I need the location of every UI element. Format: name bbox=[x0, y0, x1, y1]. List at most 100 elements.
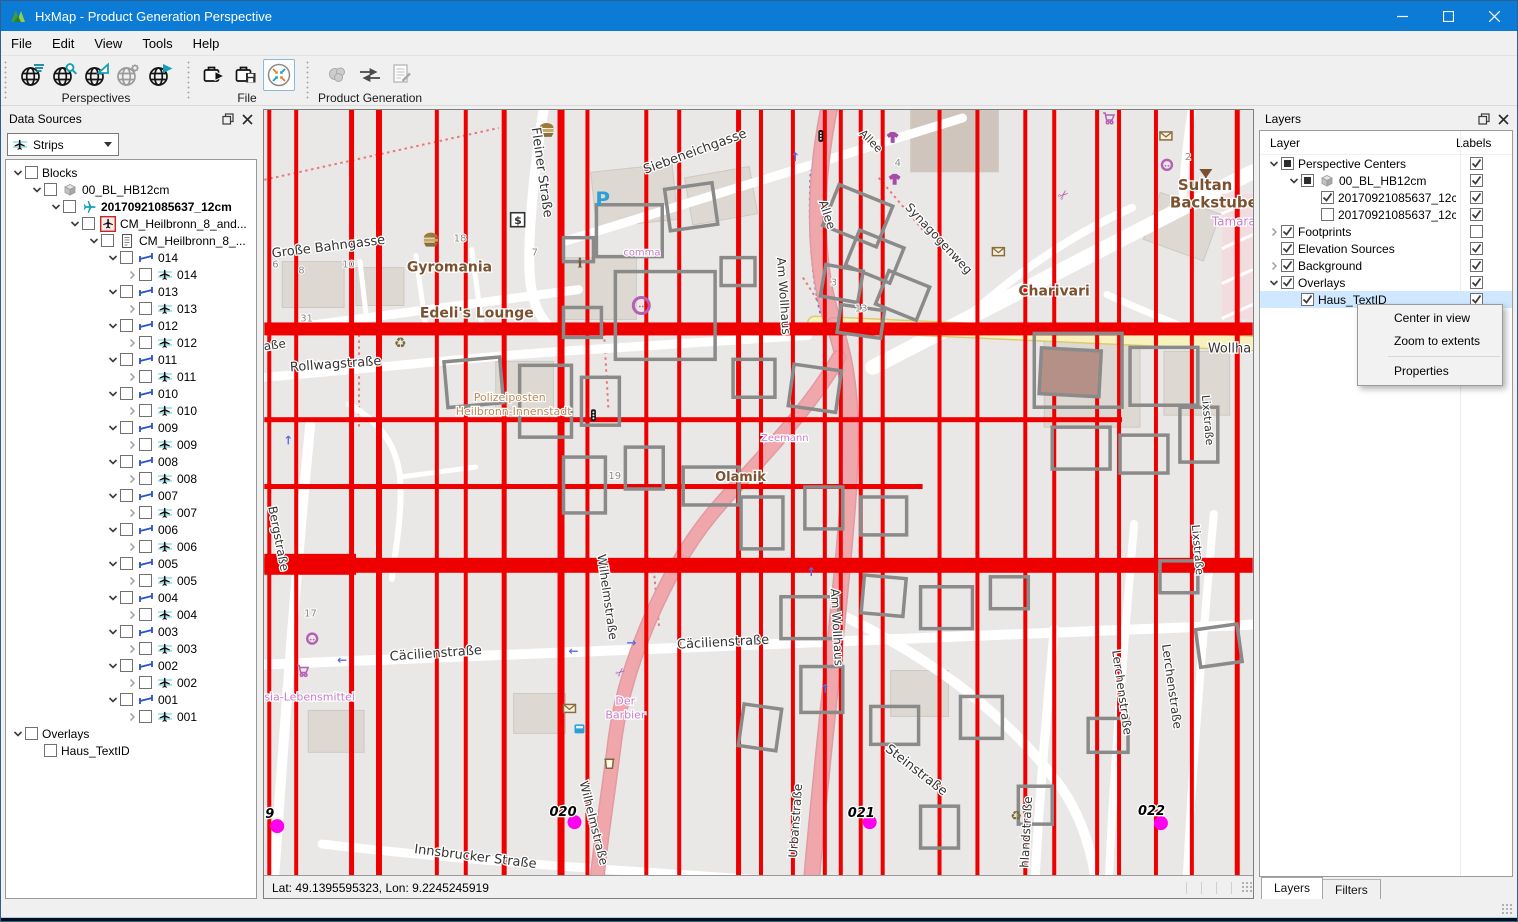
layer-checkbox[interactable] bbox=[1321, 191, 1334, 204]
window-resize-grip[interactable] bbox=[1501, 903, 1513, 915]
context-menu-item-properties[interactable]: Properties bbox=[1358, 360, 1502, 383]
item-checkbox[interactable] bbox=[63, 200, 76, 213]
expander-open-icon[interactable] bbox=[105, 253, 120, 263]
globe-measure-button[interactable] bbox=[80, 59, 112, 91]
expander-open-icon[interactable] bbox=[10, 729, 25, 739]
expander-open-icon[interactable] bbox=[105, 593, 120, 603]
expander-closed-icon[interactable] bbox=[1266, 261, 1281, 271]
layer-item-footprints[interactable]: Footprints bbox=[1260, 223, 1512, 240]
item-checkbox[interactable] bbox=[139, 540, 152, 553]
expander-open-icon[interactable] bbox=[29, 185, 44, 195]
context-menu-item-center-in-view[interactable]: Center in view bbox=[1358, 307, 1502, 330]
item-checkbox[interactable] bbox=[120, 523, 133, 536]
tree-item-009[interactable]: 009 bbox=[6, 436, 256, 453]
strips-selector[interactable]: Strips bbox=[7, 133, 119, 156]
expander-closed-icon[interactable] bbox=[124, 338, 139, 348]
expander-open-icon[interactable] bbox=[86, 236, 101, 246]
tree-item-overlays[interactable]: Overlays bbox=[6, 725, 256, 742]
expander-open-icon[interactable] bbox=[105, 525, 120, 535]
item-checkbox[interactable] bbox=[101, 234, 114, 247]
item-checkbox[interactable] bbox=[139, 574, 152, 587]
item-checkbox[interactable] bbox=[120, 625, 133, 638]
tree-item-014[interactable]: 014 bbox=[6, 249, 256, 266]
expander-closed-icon[interactable] bbox=[124, 678, 139, 688]
expander-closed-icon[interactable] bbox=[124, 644, 139, 654]
item-checkbox[interactable] bbox=[139, 472, 152, 485]
expander-closed-icon[interactable] bbox=[124, 542, 139, 552]
item-checkbox[interactable] bbox=[139, 710, 152, 723]
item-checkbox[interactable] bbox=[44, 744, 57, 757]
layer-checkbox[interactable] bbox=[1321, 208, 1334, 221]
expander-closed-icon[interactable] bbox=[124, 610, 139, 620]
menu-edit[interactable]: Edit bbox=[42, 32, 84, 55]
tree-item-012[interactable]: 012 bbox=[6, 334, 256, 351]
tree-item-004[interactable]: 004 bbox=[6, 606, 256, 623]
expander-open-icon[interactable] bbox=[105, 389, 120, 399]
globe-search-button[interactable] bbox=[48, 59, 80, 91]
item-checkbox[interactable] bbox=[120, 693, 133, 706]
item-checkbox[interactable] bbox=[139, 268, 152, 281]
item-checkbox[interactable] bbox=[82, 217, 95, 230]
labels-checkbox[interactable] bbox=[1470, 191, 1483, 204]
expander-closed-icon[interactable] bbox=[1266, 227, 1281, 237]
tree-item-011[interactable]: 011 bbox=[6, 368, 256, 385]
close-panel-icon[interactable] bbox=[1498, 114, 1509, 125]
close-button[interactable] bbox=[1471, 1, 1517, 31]
expander-open-icon[interactable] bbox=[1266, 159, 1281, 169]
item-checkbox[interactable] bbox=[139, 404, 152, 417]
item-checkbox[interactable] bbox=[120, 489, 133, 502]
expander-closed-icon[interactable] bbox=[124, 474, 139, 484]
tree-item-004[interactable]: 004 bbox=[6, 589, 256, 606]
tree-item-cm-heilbronn-8-[interactable]: CM_Heilbronn_8_... bbox=[6, 232, 256, 249]
item-checkbox[interactable] bbox=[120, 353, 133, 366]
project-save-button[interactable] bbox=[231, 59, 263, 91]
tree-item-008[interactable]: 008 bbox=[6, 470, 256, 487]
labels-checkbox[interactable] bbox=[1470, 208, 1483, 221]
tree-item-003[interactable]: 003 bbox=[6, 640, 256, 657]
item-checkbox[interactable] bbox=[120, 387, 133, 400]
tree-item-002[interactable]: 002 bbox=[6, 657, 256, 674]
tree-item-haus-textid[interactable]: Haus_TextID bbox=[6, 742, 256, 759]
layer-checkbox[interactable] bbox=[1301, 174, 1314, 187]
tab-filters[interactable]: Filters bbox=[1323, 879, 1381, 899]
layer-item-elevation-sources[interactable]: Elevation Sources bbox=[1260, 240, 1512, 257]
panel-resize-grip[interactable] bbox=[1242, 882, 1253, 893]
tab-layers[interactable]: Layers bbox=[1261, 877, 1323, 899]
expander-open-icon[interactable] bbox=[105, 695, 120, 705]
tree-item-008[interactable]: 008 bbox=[6, 453, 256, 470]
item-checkbox[interactable] bbox=[139, 608, 152, 621]
menu-help[interactable]: Help bbox=[183, 32, 230, 55]
item-checkbox[interactable] bbox=[120, 591, 133, 604]
expander-closed-icon[interactable] bbox=[124, 406, 139, 416]
layer-item-20170921085637-12cm[interactable]: 20170921085637_12cm bbox=[1260, 189, 1512, 206]
tree-item-010[interactable]: 010 bbox=[6, 385, 256, 402]
item-checkbox[interactable] bbox=[120, 659, 133, 672]
expander-closed-icon[interactable] bbox=[124, 712, 139, 722]
expander-open-icon[interactable] bbox=[105, 287, 120, 297]
expander-open-icon[interactable] bbox=[10, 168, 25, 178]
tree-item-blocks[interactable]: Blocks bbox=[6, 164, 256, 181]
tree-item-011[interactable]: 011 bbox=[6, 351, 256, 368]
expander-open-icon[interactable] bbox=[1286, 176, 1301, 186]
layer-checkbox[interactable] bbox=[1301, 293, 1314, 306]
tree-item-007[interactable]: 007 bbox=[6, 487, 256, 504]
layer-checkbox[interactable] bbox=[1281, 276, 1294, 289]
tree-item-014[interactable]: 014 bbox=[6, 266, 256, 283]
tree-item-012[interactable]: 012 bbox=[6, 317, 256, 334]
tree-item-00-bl-hb12cm[interactable]: 00_BL_HB12cm bbox=[6, 181, 256, 198]
sync-view-button[interactable] bbox=[263, 59, 295, 91]
item-checkbox[interactable] bbox=[120, 285, 133, 298]
tree-item-005[interactable]: 005 bbox=[6, 555, 256, 572]
layer-item-perspective-centers[interactable]: Perspective Centers bbox=[1260, 155, 1512, 172]
labels-checkbox[interactable] bbox=[1470, 276, 1483, 289]
close-panel-icon[interactable] bbox=[242, 114, 253, 125]
layer-checkbox[interactable] bbox=[1281, 242, 1294, 255]
expander-open-icon[interactable] bbox=[105, 559, 120, 569]
globe-overview-button[interactable] bbox=[16, 59, 48, 91]
layer-checkbox[interactable] bbox=[1281, 225, 1294, 238]
layer-item-20170921085637-12c-[interactable]: 20170921085637_12c... bbox=[1260, 206, 1512, 223]
labels-checkbox[interactable] bbox=[1470, 225, 1483, 238]
menu-view[interactable]: View bbox=[84, 32, 132, 55]
menu-file[interactable]: File bbox=[1, 32, 42, 55]
expander-closed-icon[interactable] bbox=[124, 508, 139, 518]
